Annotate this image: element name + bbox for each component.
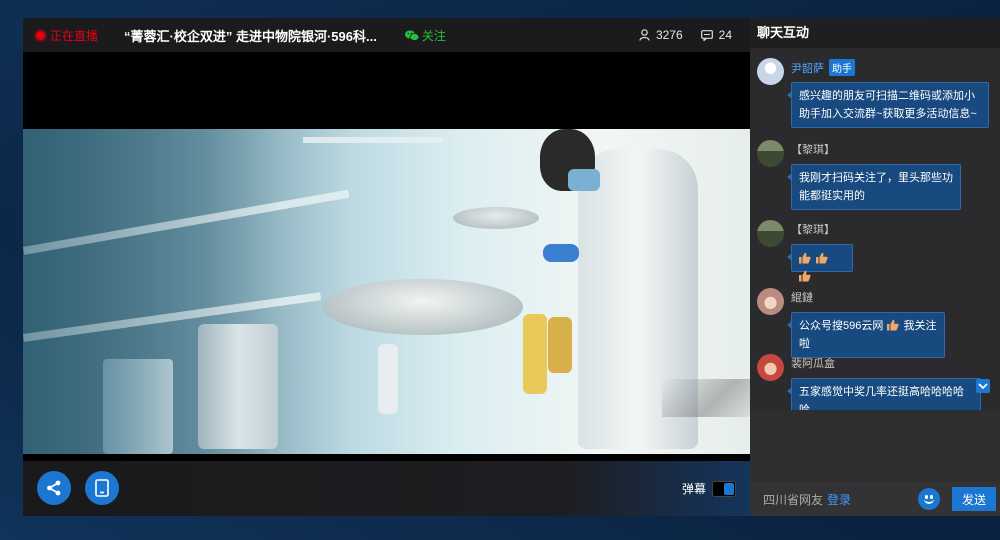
chat-bubble: 公众号搜596云网 我关注啦 [787,312,945,358]
send-button[interactable]: 发送 [952,487,996,511]
avatar [757,220,784,247]
chat-username: 裴阿瓜盒 [791,358,835,370]
comment-icon [700,29,713,41]
tablet-icon [95,479,109,497]
chevron-down-icon [978,382,988,389]
player-top-bar: 正在直播 “菁蓉汇·校企双进” 走进中物院银河·596科... 关注 3276 [23,18,750,52]
magnifier-lamp-small [453,207,539,229]
live-stats: 3276 24 [621,28,732,42]
chat-username: 【黎琪】 [791,144,835,156]
wechat-icon [404,30,419,41]
lab-shelf [303,137,443,143]
video-blur-overlay [23,129,283,454]
thumbs-up-icon [799,270,811,282]
danmu-switch[interactable] [712,480,736,497]
video-canvas[interactable] [23,52,750,461]
lab-bottle [548,317,572,373]
avatar [757,58,784,85]
live-status-label: 正在直播 [50,28,99,43]
comment-count-value: 24 [718,28,732,42]
mobile-view-button[interactable] [85,471,119,505]
danmu-label: 弹幕 [681,482,706,496]
video-player: 正在直播 “菁蓉汇·校企双进” 走进中物院银河·596科... 关注 3276 [23,18,750,516]
danmu-toggle[interactable]: 弹幕 [682,480,736,497]
chat-bubble: 五家感觉中奖几率还挺高哈哈哈哈哈 [787,378,981,410]
avatar [757,288,784,315]
chat-username-text: 尹韶萨 [791,62,824,75]
guest-name: 四川省网友 [763,492,824,507]
chat-username: 緄鏈 [791,292,813,304]
comment-count: 24 [700,28,732,42]
chat-panel: 聊天互动 尹韶萨 助手 感兴趣的朋友可扫描二维码或添加小助手加入交流群~获取更多… [750,18,1000,516]
share-icon [47,480,61,496]
chat-bubble-text: 公众号搜596云网 [799,320,884,332]
follow-button[interactable]: 关注 [404,27,446,44]
chat-username: 尹韶萨 助手 [791,59,855,76]
avatar [757,140,784,167]
chat-message-list[interactable]: 尹韶萨 助手 感兴趣的朋友可扫描二维码或添加小助手加入交流群~获取更多活动信息~… [750,48,1000,410]
chat-bubble-emoji [787,244,853,282]
viewer-count-value: 3276 [655,28,683,42]
video-frame-lab-scene [23,129,750,454]
thumbs-up-icon [887,319,899,331]
follow-label: 关注 [421,28,446,43]
thumbs-up-icon [799,252,811,264]
viewer-count: 3276 [639,28,683,42]
emoji-button[interactable] [918,488,940,510]
chat-input-row: 四川省网友 登录 发送 [750,482,1000,516]
scientist-glove [543,244,579,262]
chat-header: 聊天互动 [750,18,1000,48]
chat-input-area[interactable]: 四川省网友 登录 发送 [750,410,1000,516]
lab-bottle [378,344,398,414]
login-link[interactable]: 登录 [827,491,851,508]
user-icon [639,29,650,41]
chat-bubble: 我刚才扫码关注了，里头那些功能都挺实用的 [787,164,961,210]
chat-username: 【黎琪】 [791,224,835,236]
share-button[interactable] [37,471,71,505]
smiley-icon [924,499,934,504]
assistant-badge: 助手 [829,59,855,76]
lab-bottle [523,314,547,394]
avatar [757,354,784,381]
magnifier-lamp [323,279,523,335]
scroll-to-bottom-button[interactable] [976,379,990,393]
danmu-switch-knob [724,482,734,495]
video-corner-watermark [662,379,750,417]
chat-bubble: 感兴趣的朋友可扫描二维码或添加小助手加入交流群~获取更多活动信息~ [787,82,989,128]
thumbs-up-icon [816,252,828,264]
live-title: “菁蓉汇·校企双进” 走进中物院银河·596科... [124,28,377,44]
scientist-mask [568,169,600,191]
player-control-bar: 弹幕 [23,461,750,516]
live-indicator-icon [36,30,45,40]
